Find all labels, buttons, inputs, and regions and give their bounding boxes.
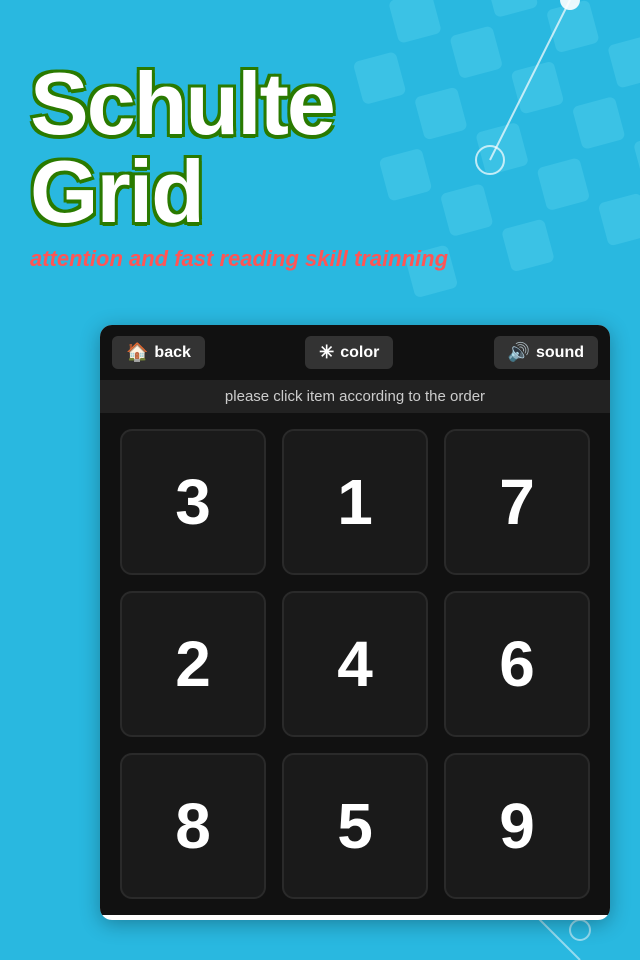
color-button[interactable]: ✳ color xyxy=(305,336,393,369)
subtitle: attention and fast reading skill trainni… xyxy=(30,246,448,272)
home-icon: 🏠 xyxy=(126,342,148,363)
title-line1: Schulte xyxy=(30,60,448,148)
grid-cell-9[interactable]: 9 xyxy=(444,753,590,899)
sound-button[interactable]: 🔊 sound xyxy=(494,336,598,369)
color-label: color xyxy=(340,344,379,362)
title: Schulte Grid xyxy=(30,60,448,236)
grid-cell-5[interactable]: 5 xyxy=(282,753,428,899)
color-icon: ✳ xyxy=(319,342,334,363)
back-button[interactable]: 🏠 back xyxy=(112,336,205,369)
game-panel: 🏠 back ✳ color 🔊 sound please click item… xyxy=(100,325,610,920)
grid-cell-7[interactable]: 7 xyxy=(444,429,590,575)
header: Schulte Grid attention and fast reading … xyxy=(30,60,448,272)
instruction-text: please click item according to the order xyxy=(225,388,485,405)
grid-cell-4[interactable]: 4 xyxy=(282,591,428,737)
toolbar: 🏠 back ✳ color 🔊 sound xyxy=(100,325,610,380)
grid-cell-6[interactable]: 6 xyxy=(444,591,590,737)
sound-label: sound xyxy=(536,344,584,362)
back-label: back xyxy=(154,344,190,362)
grid-cell-1[interactable]: 1 xyxy=(282,429,428,575)
grid-cell-3[interactable]: 3 xyxy=(120,429,266,575)
title-line2: Grid xyxy=(30,148,448,236)
number-grid: 317 246 859 xyxy=(100,413,610,915)
grid-cell-8[interactable]: 8 xyxy=(120,753,266,899)
instruction-bar: please click item according to the order xyxy=(100,380,610,413)
sound-icon: 🔊 xyxy=(508,342,530,363)
grid-cell-2[interactable]: 2 xyxy=(120,591,266,737)
